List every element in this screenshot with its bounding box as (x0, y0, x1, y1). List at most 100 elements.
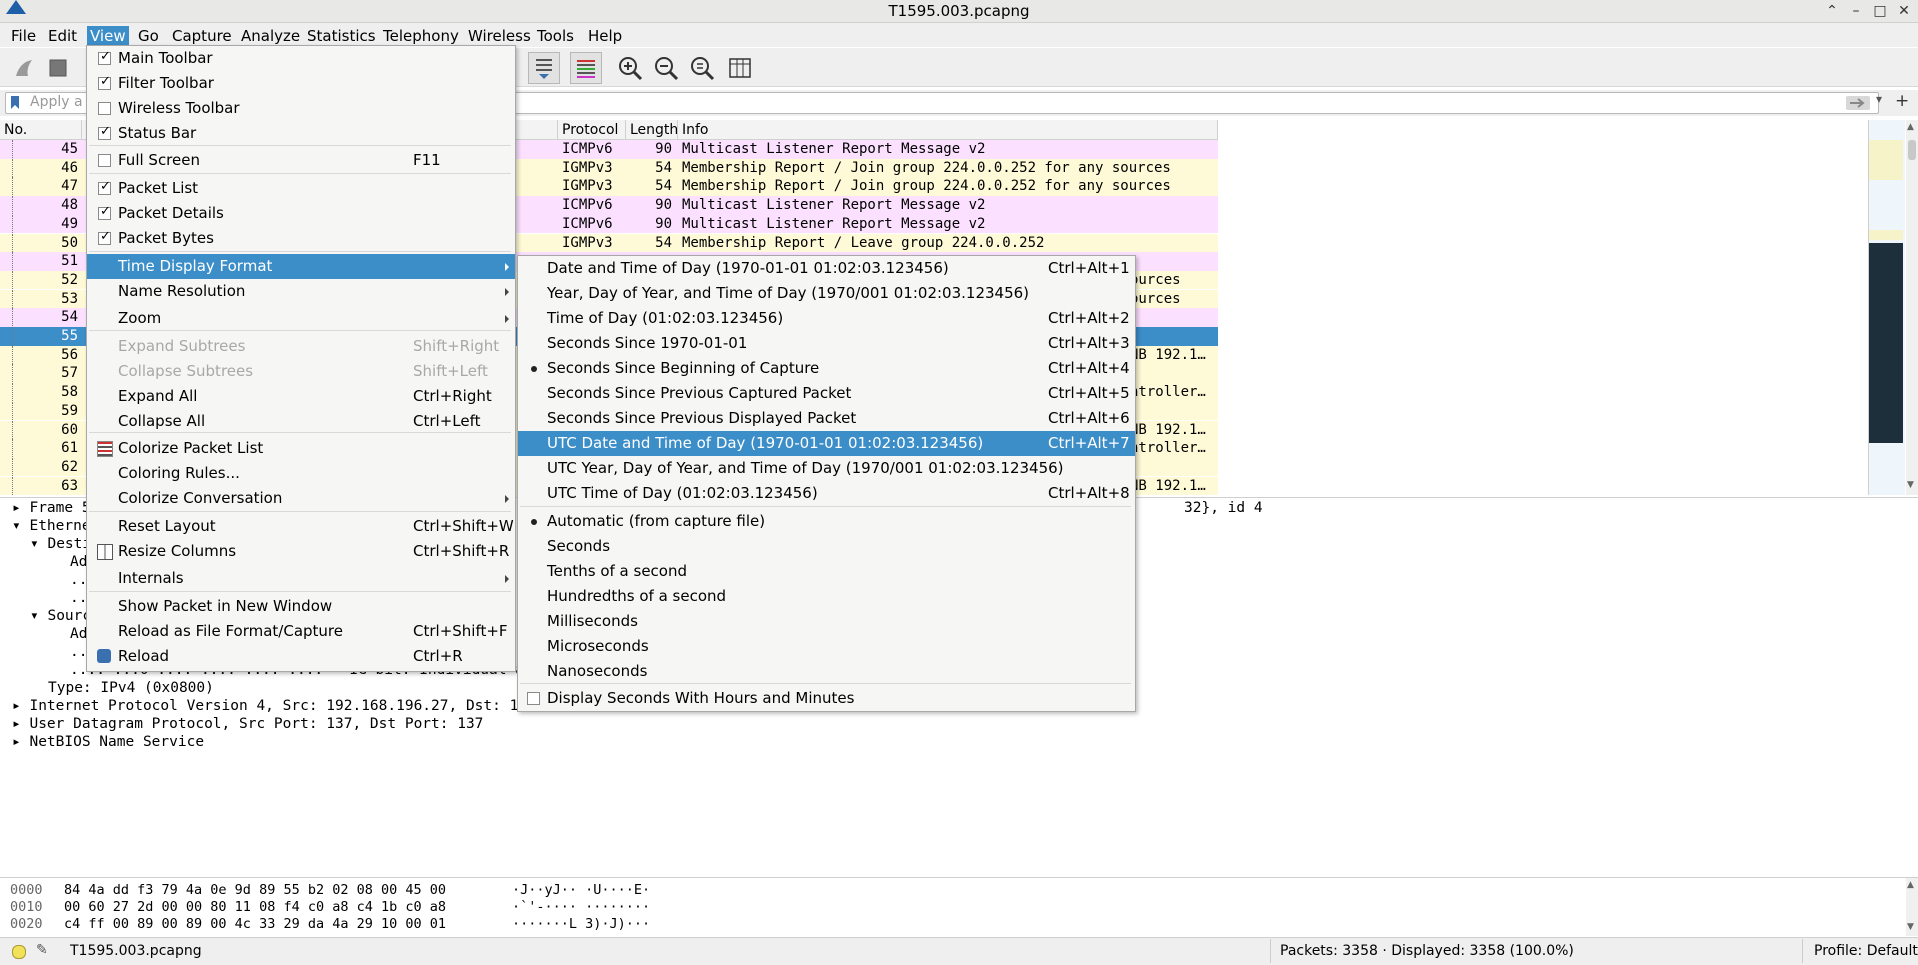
view-menu-item-coloring-rules[interactable]: Coloring Rules... (87, 461, 515, 486)
time-format-item-seconds-since-1970-01-01[interactable]: Seconds Since 1970-01-01 Ctrl+Alt+3 (518, 331, 1135, 356)
menu-tools[interactable]: Tools (534, 26, 577, 46)
view-menu-item-time-display-format[interactable]: Time Display Format (87, 254, 515, 279)
time-format-item-automatic-from-capture-file[interactable]: Automatic (from capture file) (518, 509, 1135, 534)
menu-edit[interactable]: Edit (45, 26, 80, 46)
shark-fin-start-icon[interactable] (10, 54, 38, 82)
time-format-item-seconds-since-beginning-of-capture[interactable]: Seconds Since Beginning of Capture Ctrl+A… (518, 356, 1135, 381)
time-format-item-utc-time-of-day-01-02-03-123456[interactable]: UTC Time of Day (01:02:03.123456) Ctrl+Al… (518, 481, 1135, 506)
zoom-in-icon[interactable] (616, 54, 644, 82)
bytes-ascii[interactable]: ·······L 3)·J)··· (512, 916, 650, 932)
time-format-item-time-of-day-01-02-03-123456[interactable]: Time of Day (01:02:03.123456) Ctrl+Alt+2 (518, 306, 1135, 331)
zoom-out-icon[interactable] (652, 54, 680, 82)
bytes-hex[interactable]: 84 4a dd f3 79 4a 0e 9d 89 55 b2 02 08 0… (64, 882, 446, 898)
bookmark-icon[interactable] (10, 95, 20, 110)
view-menu-item-reload[interactable]: Reload Ctrl+R (87, 644, 515, 669)
menu-item-label: Expand All (118, 387, 198, 405)
col-header-info[interactable]: Info (678, 120, 1218, 140)
detail-src-address[interactable]: Ad (70, 626, 87, 642)
time-format-item-nanoseconds[interactable]: Nanoseconds (518, 659, 1135, 684)
menu-separator (520, 506, 1131, 507)
view-menu-item-reload-as-file-format-capture[interactable]: Reload as File Format/Capture Ctrl+Shift+… (87, 619, 515, 644)
menu-analyze[interactable]: Analyze (238, 26, 303, 46)
view-menu-item-resize-columns[interactable]: Resize Columns Ctrl+Shift+R (87, 539, 515, 564)
menu-view[interactable]: View (87, 26, 129, 46)
window-shade-icon[interactable]: ⌃ (1822, 1, 1842, 21)
detail-destination[interactable]: ▾ Desti (30, 536, 91, 552)
view-menu-item-wireless-toolbar[interactable]: Wireless Toolbar (87, 96, 515, 121)
view-menu-item-main-toolbar[interactable]: ✓ Main Toolbar (87, 46, 515, 71)
view-menu-item-colorize-packet-list[interactable]: Colorize Packet List (87, 436, 515, 461)
view-menu-item-zoom[interactable]: Zoom (87, 306, 515, 331)
menu-file[interactable]: File (8, 26, 39, 46)
time-format-item-seconds-since-previous-captured-packet[interactable]: Seconds Since Previous Captured Packet Ct… (518, 381, 1135, 406)
view-menu-item-full-screen[interactable]: Full Screen F11 (87, 148, 515, 173)
time-format-item-year-day-of-year-and-time-of-day-1970-001-01-02-03-123456[interactable]: Year, Day of Year, and Time of Day (1970… (518, 281, 1135, 306)
menu-telephony[interactable]: Telephony (380, 26, 462, 46)
detail-src-lg[interactable]: .. (70, 644, 87, 660)
time-format-item-hundredths-of-a-second[interactable]: Hundredths of a second (518, 584, 1135, 609)
view-menu-item-internals[interactable]: Internals (87, 566, 515, 591)
bytes-ascii[interactable]: ·`'-···· ········ (512, 899, 650, 915)
view-menu-item-status-bar[interactable]: ✓ Status Bar (87, 121, 515, 146)
view-menu-item-filter-toolbar[interactable]: ✓ Filter Toolbar (87, 71, 515, 96)
menu-go[interactable]: Go (135, 26, 162, 46)
view-menu-item-reset-layout[interactable]: Reset Layout Ctrl+Shift+W (87, 514, 515, 539)
status-profile[interactable]: Profile: Default (1814, 943, 1918, 959)
time-format-item-milliseconds[interactable]: Milliseconds (518, 609, 1135, 634)
bytes-ascii[interactable]: ·J··yJ·· ·U····E· (512, 882, 650, 898)
col-header-no[interactable]: No. (0, 120, 82, 140)
time-format-item-date-and-time-of-day-1970-01-01-01-02-03-123456[interactable]: Date and Time of Day (1970-01-01 01:02:0… (518, 256, 1135, 281)
window-minimize-icon[interactable]: – (1846, 1, 1866, 21)
zoom-reset-icon[interactable] (688, 54, 716, 82)
view-menu-item-packet-list[interactable]: ✓ Packet List (87, 176, 515, 201)
detail-type[interactable]: Type: IPv4 (0x0800) (48, 680, 214, 696)
col-header-length[interactable]: Length (626, 120, 678, 140)
detail-frame[interactable]: ▸ Frame 5 (12, 500, 91, 516)
view-menu-item-name-resolution[interactable]: Name Resolution (87, 279, 515, 304)
cell-info: Multicast Listener Report Message v2 (682, 197, 986, 214)
view-menu-item-packet-details[interactable]: ✓ Packet Details (87, 201, 515, 226)
submenu-arrow-icon (505, 315, 509, 323)
detail-dest-lg[interactable]: .. (70, 572, 87, 588)
view-menu-item-expand-all[interactable]: Expand All Ctrl+Right (87, 384, 515, 409)
detail-udp[interactable]: ▸ User Datagram Protocol, Src Port: 137,… (12, 716, 483, 732)
detail-source[interactable]: ▾ Sourc (30, 608, 91, 624)
apply-filter-arrow-icon[interactable] (1846, 96, 1870, 110)
menu-wireless[interactable]: Wireless (465, 26, 534, 46)
time-format-item-tenths-of-a-second[interactable]: Tenths of a second (518, 559, 1135, 584)
time-format-item-utc-date-and-time-of-day-1970-01-01-01-02-03-123456[interactable]: UTC Date and Time of Day (1970-01-01 01:… (518, 431, 1135, 456)
packet-list-scrollbar[interactable]: ▲ ▼ (1906, 120, 1918, 495)
window-maximize-icon[interactable]: □ (1870, 1, 1890, 21)
submenu-arrow-icon (505, 288, 509, 296)
menu-statistics[interactable]: Statistics (304, 26, 379, 46)
view-menu-item-collapse-all[interactable]: Collapse All Ctrl+Left (87, 409, 515, 434)
time-format-item-utc-year-day-of-year-and-time-of-day-1970-001-01-02-03-123456[interactable]: UTC Year, Day of Year, and Time of Day (… (518, 456, 1135, 481)
view-menu-item-show-packet-in-new-window[interactable]: Show Packet in New Window (87, 594, 515, 619)
view-menu-item-packet-bytes[interactable]: ✓ Packet Bytes (87, 226, 515, 251)
bytes-hex[interactable]: 00 60 27 2d 00 00 80 11 08 f4 c0 a8 c4 1… (64, 899, 446, 915)
time-format-item-seconds-since-previous-displayed-packet[interactable]: Seconds Since Previous Displayed Packet C… (518, 406, 1135, 431)
menu-capture[interactable]: Capture (169, 26, 235, 46)
capture-comment-icon[interactable]: ✎ (36, 942, 48, 958)
bytes-scrollbar[interactable]: ▲ ▼ (1906, 878, 1918, 936)
col-header-protocol[interactable]: Protocol (558, 120, 626, 140)
auto-scroll-icon[interactable] (528, 52, 560, 84)
time-format-item-display-seconds-with-hours-and-minutes[interactable]: Display Seconds With Hours and Minutes (518, 686, 1135, 711)
resize-columns-icon[interactable] (726, 54, 754, 82)
packet-minimap[interactable] (1868, 120, 1905, 495)
add-filter-button-icon[interactable]: + (1895, 91, 1909, 111)
window-close-icon[interactable]: ✕ (1894, 1, 1914, 21)
filter-dropdown-icon[interactable]: ▾ (1876, 92, 1882, 106)
view-menu-item-colorize-conversation[interactable]: Colorize Conversation (87, 486, 515, 511)
detail-dest-address[interactable]: Ad (70, 554, 87, 570)
detail-dest-ig[interactable]: .. (70, 590, 87, 606)
bytes-hex[interactable]: c4 ff 00 89 00 89 00 4c 33 29 da 4a 29 1… (64, 916, 446, 932)
expert-info-icon[interactable] (12, 945, 26, 959)
menu-help[interactable]: Help (585, 26, 625, 46)
detail-nbns[interactable]: ▸ NetBIOS Name Service (12, 734, 204, 750)
colorize-icon[interactable] (570, 52, 602, 84)
stop-capture-icon[interactable] (44, 54, 72, 82)
time-format-item-microseconds[interactable]: Microseconds (518, 634, 1135, 659)
time-format-item-seconds[interactable]: Seconds (518, 534, 1135, 559)
detail-ethernet[interactable]: ▾ Etherne (12, 518, 91, 534)
